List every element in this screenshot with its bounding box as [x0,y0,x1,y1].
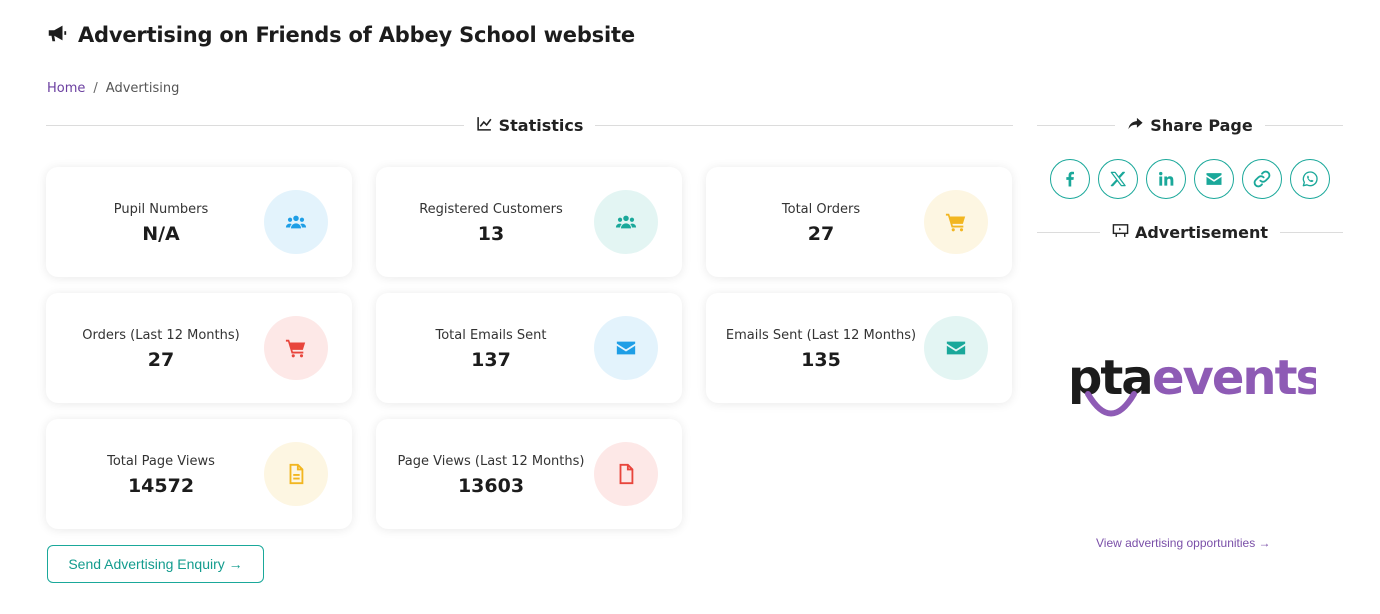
svg-text:events: events [1152,350,1316,406]
stat-label: Total Orders [781,201,861,217]
users-icon [264,190,328,254]
stat-card-pupil-numbers: Pupil Numbers N/A [46,167,352,277]
share-arrow-icon [1127,115,1144,136]
facebook-icon[interactable] [1050,159,1090,199]
share-page-title: Share Page [1150,116,1253,135]
email-icon[interactable] [1194,159,1234,199]
page-header: Advertising on Friends of Abbey School w… [46,22,635,48]
whatsapp-icon[interactable] [1290,159,1330,199]
x-icon[interactable] [1098,159,1138,199]
billboard-icon [1112,222,1129,243]
share-page-heading: Share Page [1037,115,1344,136]
stat-card-total-orders: Total Orders 27 [706,167,1012,277]
stat-label: Orders (Last 12 Months) [82,327,240,343]
breadcrumb-home-link[interactable]: Home [47,81,85,96]
stat-value: 13603 [457,474,525,497]
pta-events-logo[interactable]: pta events [1066,348,1325,428]
stat-value: 13 [477,222,505,245]
stat-label: Registered Customers [419,201,563,217]
linkedin-icon[interactable] [1146,159,1186,199]
breadcrumb-current: Advertising [105,81,180,96]
divider [46,125,464,126]
line-chart-icon [476,115,493,136]
cart-icon [264,316,328,380]
send-advertising-enquiry-button[interactable]: Send Advertising Enquiry → [47,545,264,583]
stat-value: 27 [147,348,175,371]
megaphone-icon [46,22,68,48]
stat-value: 14572 [127,474,195,497]
divider [1037,232,1100,233]
svg-text:pta: pta [1068,350,1152,406]
page-title: Advertising on Friends of Abbey School w… [78,23,635,47]
link-icon[interactable] [1242,159,1282,199]
stat-label: Total Emails Sent [435,327,547,343]
envelope-icon [594,316,658,380]
breadcrumb: Home / Advertising [47,81,179,96]
file-icon [264,442,328,506]
envelope-icon [924,316,988,380]
statistics-title: Statistics [498,116,584,135]
breadcrumb-separator: / [93,81,98,96]
advertisement-title: Advertisement [1134,223,1269,242]
stat-card-orders-12-months: Orders (Last 12 Months) 27 [46,293,352,403]
stat-card-total-page-views: Total Page Views 14572 [46,419,352,529]
stat-label: Page Views (Last 12 Months) [397,453,585,469]
divider [1280,232,1344,233]
stat-label: Emails Sent (Last 12 Months) [725,327,917,343]
stat-value: N/A [142,222,180,245]
view-advertising-opportunities-link[interactable]: View advertising opportunities → [1096,536,1271,550]
divider [595,125,1014,126]
advertisement-heading: Advertisement [1037,222,1344,243]
stat-card-total-emails-sent: Total Emails Sent 137 [376,293,682,403]
share-buttons [1050,159,1330,199]
stat-card-registered-customers: Registered Customers 13 [376,167,682,277]
cart-icon [924,190,988,254]
users-icon [594,190,658,254]
statistics-heading: Statistics [46,115,1014,136]
stat-card-emails-12-months: Emails Sent (Last 12 Months) 135 [706,293,1012,403]
file-icon [594,442,658,506]
stat-card-page-views-12-months: Page Views (Last 12 Months) 13603 [376,419,682,529]
stat-label: Total Page Views [107,453,215,469]
divider [1264,125,1344,126]
stat-label: Pupil Numbers [113,201,209,217]
divider [1037,125,1116,126]
stat-value: 135 [801,348,841,371]
stat-value: 27 [807,222,835,245]
stat-value: 137 [471,348,511,371]
